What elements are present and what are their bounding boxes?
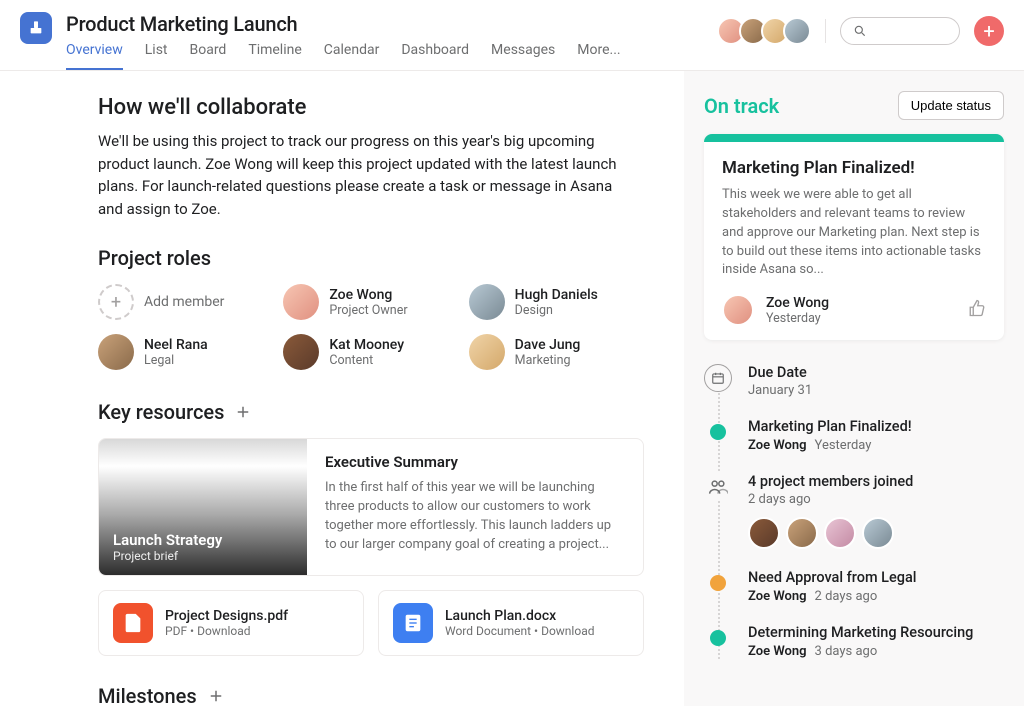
timeline-item[interactable]: Need Approval from LegalZoe Wong2 days a… bbox=[748, 569, 1004, 604]
like-icon[interactable] bbox=[968, 299, 986, 321]
file-attachment[interactable]: Launch Plan.docxWord Document • Download bbox=[378, 590, 644, 656]
status-dot-icon bbox=[710, 424, 726, 440]
member-avatar bbox=[786, 517, 818, 549]
search-icon bbox=[853, 24, 867, 38]
word-icon bbox=[393, 603, 433, 643]
project-brief-card[interactable]: Launch Strategy Project brief Executive … bbox=[98, 438, 644, 576]
timeline-item[interactable]: Determining Marketing ResourcingZoe Wong… bbox=[748, 624, 1004, 659]
file-attachment[interactable]: Project Designs.pdfPDF • Download bbox=[98, 590, 364, 656]
collab-body: We'll be using this project to track our… bbox=[98, 130, 618, 220]
project-title: Product Marketing Launch bbox=[66, 12, 717, 36]
member-avatar bbox=[748, 517, 780, 549]
tab-dashboard[interactable]: Dashboard bbox=[401, 42, 469, 70]
member-avatars[interactable] bbox=[717, 17, 811, 45]
add-milestone-button[interactable] bbox=[207, 686, 227, 706]
add-resource-button[interactable] bbox=[234, 402, 254, 422]
brief-title: Executive Summary bbox=[325, 453, 625, 471]
status-sidebar: On track Update status Marketing Plan Fi… bbox=[684, 71, 1024, 706]
author-time: Yesterday bbox=[766, 311, 956, 326]
update-status-button[interactable]: Update status bbox=[898, 91, 1004, 120]
brief-body: In the first half of this year we will b… bbox=[325, 479, 625, 554]
project-tabs: Overview List Board Timeline Calendar Dashboa… bbox=[66, 42, 717, 70]
file-attachments: Project Designs.pdfPDF • DownloadLaunch … bbox=[98, 590, 644, 656]
role-member[interactable]: Kat MooneyContent bbox=[283, 334, 458, 370]
brief-thumbnail: Launch Strategy Project brief bbox=[99, 439, 307, 575]
app-header: Product Marketing Launch Overview List Boa… bbox=[0, 0, 1024, 71]
people-icon bbox=[704, 473, 732, 501]
status-dot-icon bbox=[710, 575, 726, 591]
activity-timeline: Due DateJanuary 31 Marketing Plan Finaliz… bbox=[704, 364, 1004, 659]
add-member-button[interactable]: +Add member bbox=[98, 284, 273, 320]
role-member[interactable]: Neel RanaLegal bbox=[98, 334, 273, 370]
author-name: Zoe Wong bbox=[766, 295, 956, 311]
roles-heading: Project roles bbox=[98, 246, 211, 270]
member-avatar bbox=[824, 517, 856, 549]
tab-timeline[interactable]: Timeline bbox=[248, 42, 301, 70]
role-member[interactable]: Zoe WongProject Owner bbox=[283, 284, 458, 320]
tab-more[interactable]: More... bbox=[577, 42, 620, 70]
collab-heading: How we'll collaborate bbox=[98, 95, 644, 120]
tab-board[interactable]: Board bbox=[190, 42, 227, 70]
project-icon bbox=[20, 12, 52, 44]
calendar-icon bbox=[704, 364, 732, 392]
search-input[interactable] bbox=[840, 17, 960, 45]
status-update-card[interactable]: Marketing Plan Finalized! This week we w… bbox=[704, 134, 1004, 340]
create-button[interactable]: + bbox=[974, 16, 1004, 46]
resources-heading: Key resources bbox=[98, 400, 224, 424]
timeline-item[interactable]: Due DateJanuary 31 bbox=[748, 364, 1004, 398]
status-card-title: Marketing Plan Finalized! bbox=[722, 158, 986, 178]
status-card-body: This week we were able to get all stakeh… bbox=[722, 186, 986, 280]
tab-messages[interactable]: Messages bbox=[491, 42, 555, 70]
pdf-icon bbox=[113, 603, 153, 643]
project-roles: +Add member Zoe WongProject Owner Hugh Dan… bbox=[98, 284, 644, 370]
role-member[interactable]: Dave JungMarketing bbox=[469, 334, 644, 370]
main-content: How we'll collaborate We'll be using thi… bbox=[0, 71, 684, 706]
timeline-item[interactable]: 4 project members joined2 days ago bbox=[748, 473, 1004, 549]
status-dot-icon bbox=[710, 630, 726, 646]
author-avatar bbox=[722, 294, 754, 326]
member-avatar bbox=[862, 517, 894, 549]
tab-list[interactable]: List bbox=[145, 42, 168, 70]
tab-calendar[interactable]: Calendar bbox=[324, 42, 380, 70]
role-member[interactable]: Hugh DanielsDesign bbox=[469, 284, 644, 320]
tab-overview[interactable]: Overview bbox=[66, 42, 123, 70]
status-label: On track bbox=[704, 94, 779, 118]
timeline-item[interactable]: Marketing Plan Finalized!Zoe WongYesterd… bbox=[748, 418, 1004, 453]
